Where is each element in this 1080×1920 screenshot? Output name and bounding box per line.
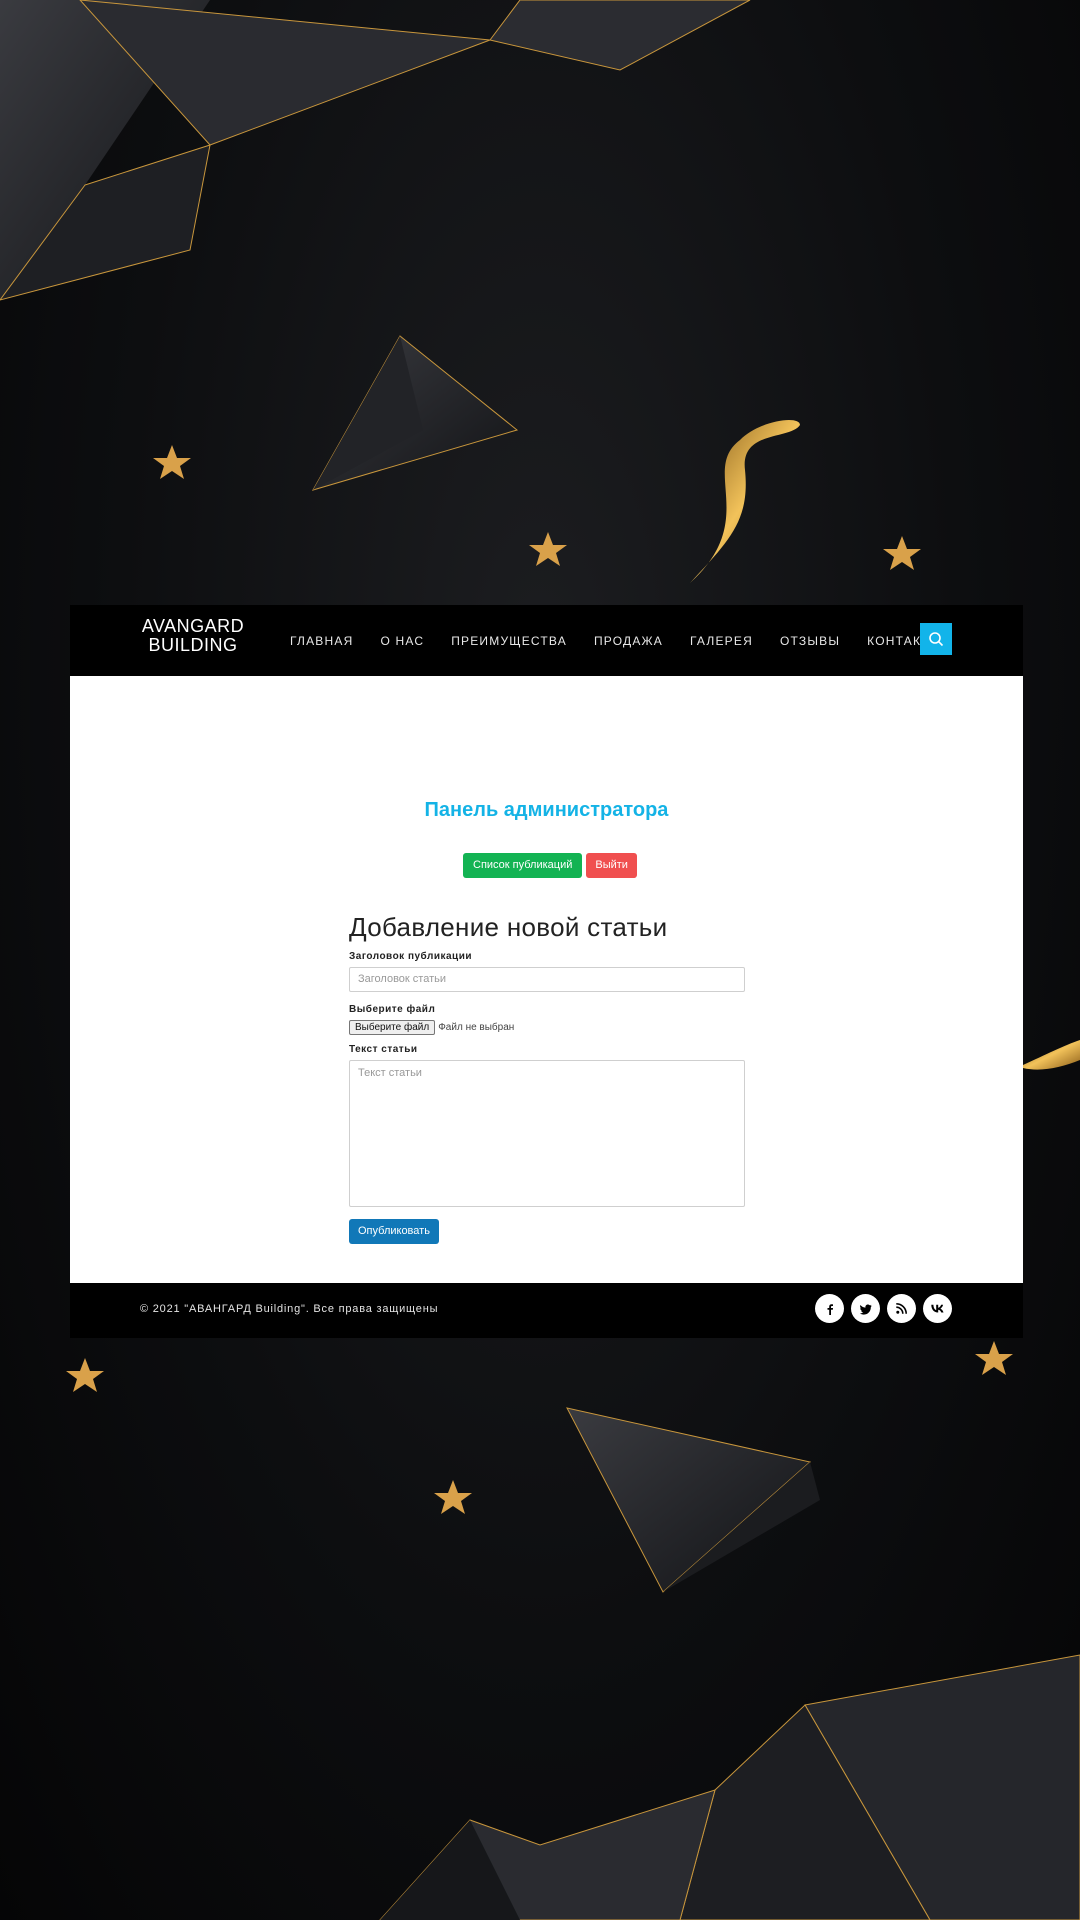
brand-line-2: BUILDING: [148, 635, 238, 655]
form-heading: Добавление новой статьи: [349, 912, 668, 942]
article-text-area[interactable]: Текст статьи: [349, 1060, 745, 1207]
star-shape: [434, 1480, 472, 1514]
nav-item-reviews[interactable]: ОТЗЫВЫ: [780, 634, 840, 648]
facebook-icon[interactable]: [815, 1294, 844, 1323]
nav-item-gallery[interactable]: ГАЛЕРЕЯ: [690, 634, 753, 648]
main-card: AVANGARD BUILDING ГЛАВНАЯ О НАС ПРЕИМУЩЕ…: [70, 605, 1023, 1338]
nav-menu: ГЛАВНАЯ О НАС ПРЕИМУЩЕСТВА ПРОДАЖА ГАЛЕР…: [290, 605, 969, 676]
social-links: [815, 1294, 959, 1323]
search-button[interactable]: [920, 623, 952, 655]
brand-line-1: AVANGARD: [141, 616, 245, 636]
star-shape: [883, 536, 921, 570]
nav-item-advantages[interactable]: ПРЕИМУЩЕСТВА: [451, 634, 567, 648]
nav-item-about[interactable]: О НАС: [380, 634, 424, 648]
page-title: Панель администратора: [424, 799, 669, 821]
star-shape: [66, 1358, 104, 1392]
text-label: Текст статьи: [349, 1044, 418, 1055]
brand-logo[interactable]: AVANGARD BUILDING: [140, 617, 246, 655]
nav-item-home[interactable]: ГЛАВНАЯ: [290, 634, 353, 648]
nav-item-sale[interactable]: ПРОДАЖА: [594, 634, 663, 648]
polygon-shape: [489, 0, 751, 71]
rss-icon[interactable]: [887, 1294, 916, 1323]
ribbon-shape: [690, 420, 800, 583]
file-status: Файл не выбран: [438, 1022, 515, 1033]
twitter-icon[interactable]: [851, 1294, 880, 1323]
search-icon: [929, 632, 944, 647]
admin-actions: Список публикаций Выйти: [463, 853, 637, 878]
title-label: Заголовок публикации: [349, 951, 472, 962]
publications-list-button[interactable]: Список публикаций: [463, 853, 583, 878]
file-label: Выберите файл: [349, 1004, 436, 1015]
choose-file-button[interactable]: Выберите файл: [349, 1020, 436, 1035]
navbar: AVANGARD BUILDING ГЛАВНАЯ О НАС ПРЕИМУЩЕ…: [70, 605, 1023, 676]
logout-button[interactable]: Выйти: [586, 853, 637, 878]
title-input[interactable]: Заголовок статьи: [349, 967, 745, 992]
admin-content: Панель администратора Список публикаций …: [70, 676, 1023, 1283]
footer: © 2021 "АВАНГАРД Building". Все права за…: [70, 1283, 1023, 1338]
file-input: Выберите файл Файл не выбран: [349, 1020, 745, 1035]
new-article-form: Добавление новой статьи Заголовок публик…: [349, 908, 745, 1244]
publish-button[interactable]: Опубликовать: [349, 1219, 439, 1244]
star-shape: [153, 445, 191, 479]
star-shape: [529, 532, 567, 566]
ribbon-shape: [1023, 1040, 1080, 1070]
star-shape: [975, 1341, 1013, 1375]
copyright-text: © 2021 "АВАНГАРД Building". Все права за…: [140, 1303, 439, 1315]
vk-icon[interactable]: [923, 1294, 952, 1323]
